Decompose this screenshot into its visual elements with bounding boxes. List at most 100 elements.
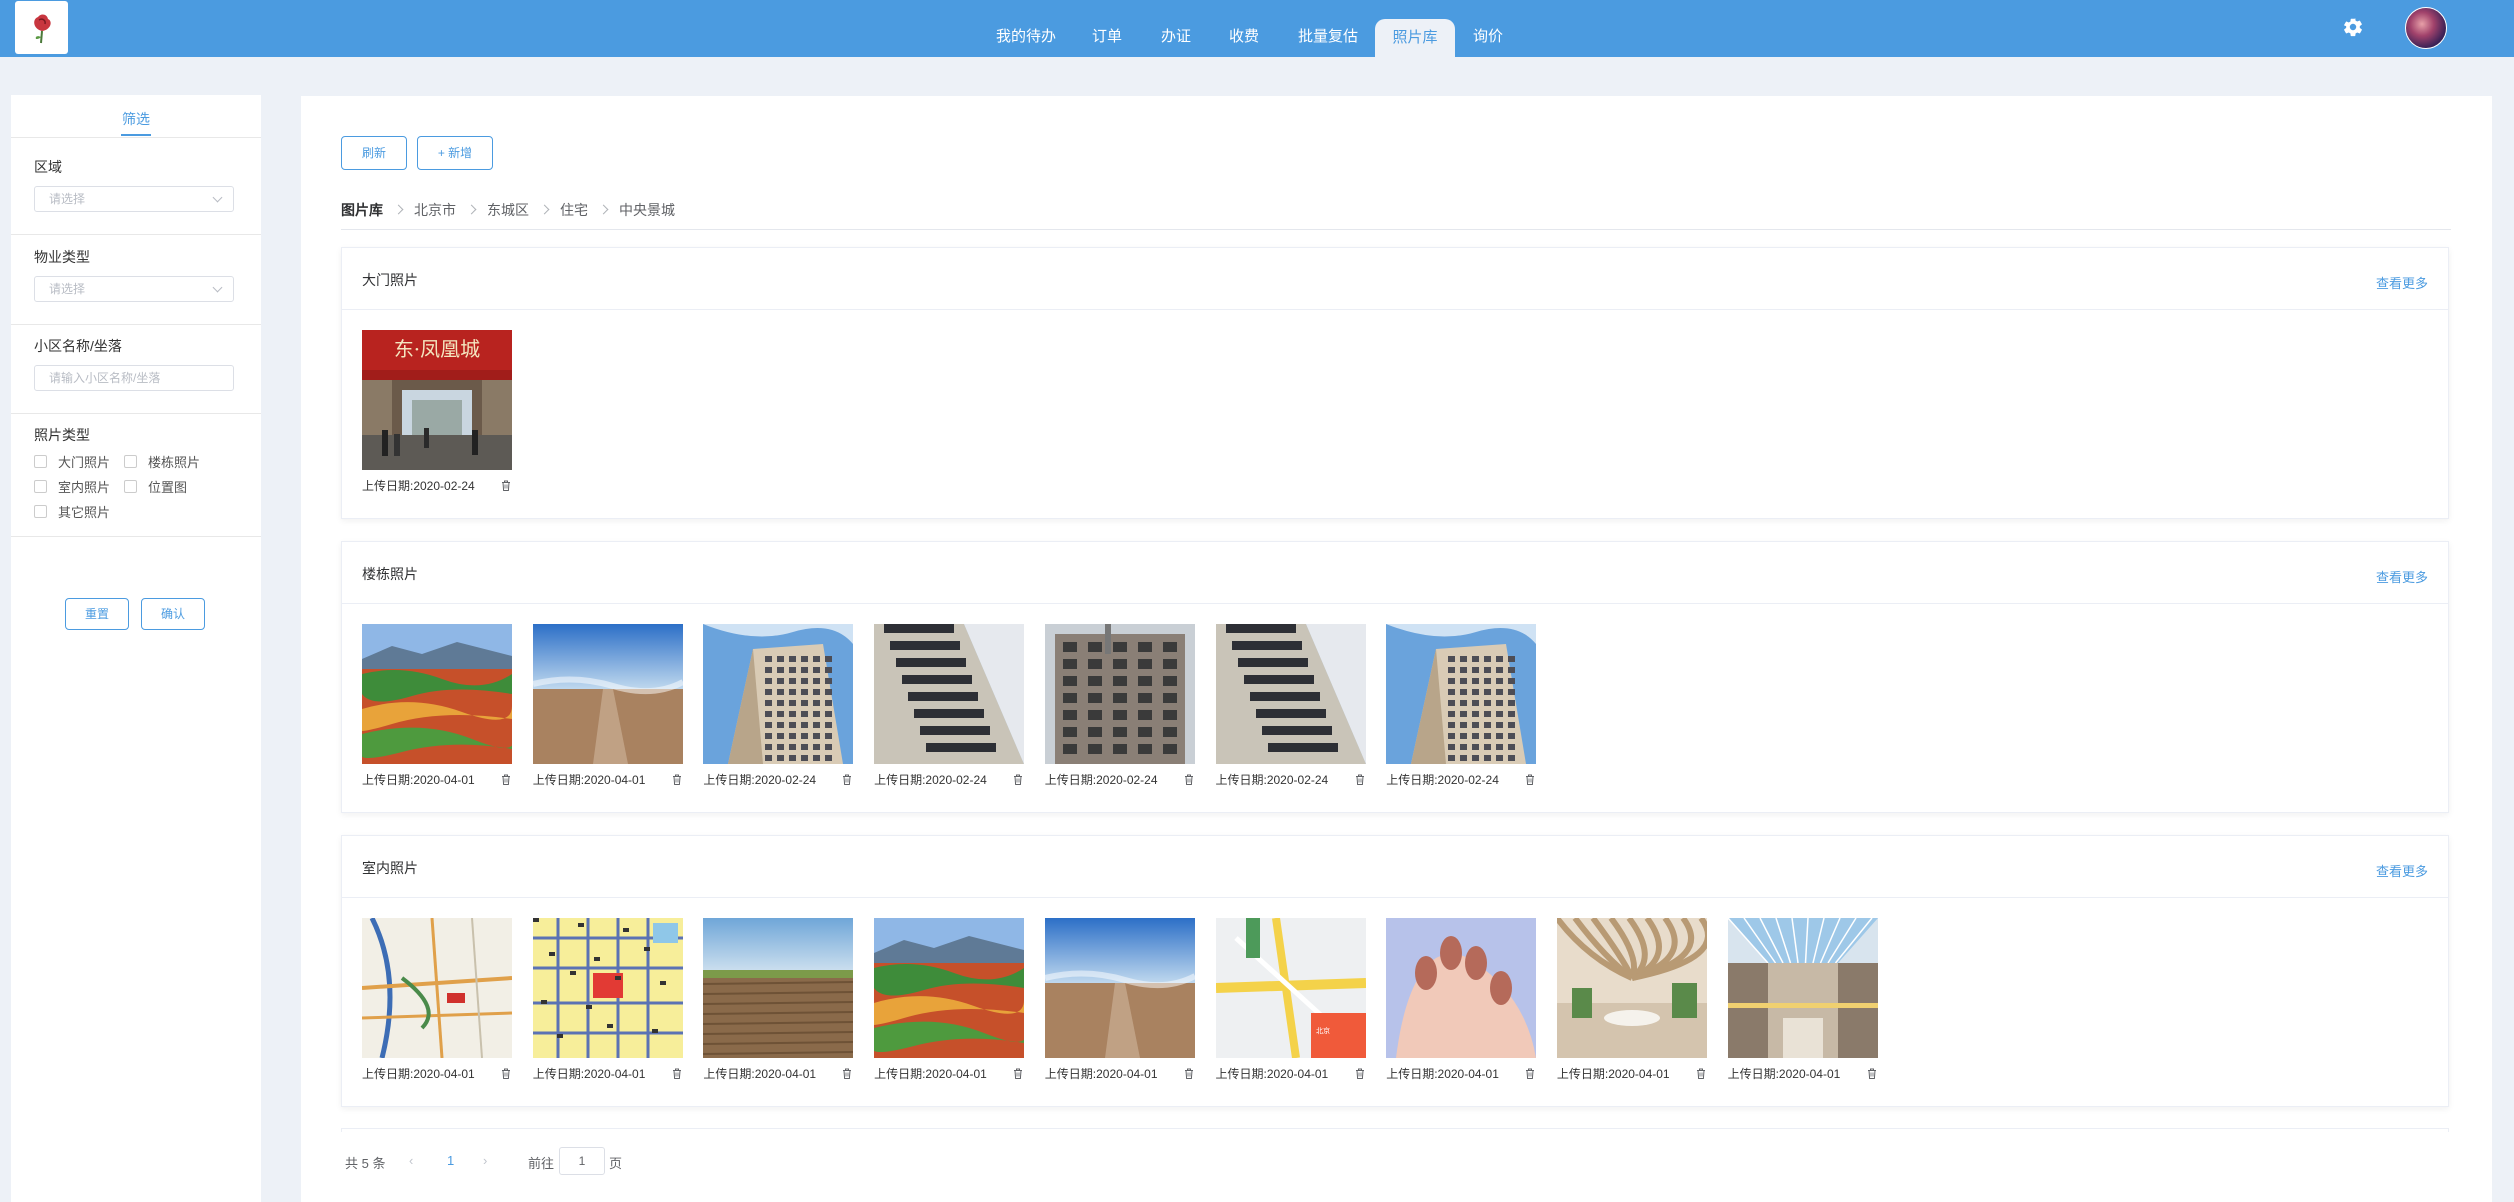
breadcrumb-item[interactable]: 图片库 [341,202,383,218]
checkbox-location-map[interactable]: 位置图 [124,477,187,496]
nav-item[interactable]: 订单 [1092,19,1122,57]
view-more-link[interactable]: 查看更多 [2376,567,2428,586]
nav-item[interactable]: 批量复估 [1298,19,1358,57]
photo-card[interactable]: 上传日期:2020-04-01 [532,918,683,1081]
view-more-link[interactable]: 查看更多 [2376,273,2428,292]
user-avatar[interactable] [2405,7,2447,49]
trash-icon[interactable] [672,772,682,785]
chevron-right-icon [598,204,609,215]
view-more-link[interactable]: 查看更多 [2376,861,2428,880]
photo-thumbnail[interactable] [1556,918,1707,1058]
region-select[interactable]: 请选择 [34,186,234,212]
photo-thumbnail[interactable] [1044,918,1195,1058]
chevron-down-icon [212,192,223,203]
nav-item[interactable]: 办证 [1161,19,1191,57]
photo-thumbnail[interactable] [1386,918,1537,1058]
photo-card[interactable]: 上传日期:2020-04-01 [874,918,1025,1081]
community-input[interactable] [34,365,234,391]
chevron-right-icon[interactable]: › [483,1153,487,1168]
photo-card[interactable]: 上传日期:2020-04-01 [362,918,512,1081]
photo-thumbnail[interactable] [532,624,683,764]
photo-thumbnail[interactable] [1215,624,1366,764]
reset-button[interactable]: 重置 [65,598,129,630]
add-button[interactable]: + 新增 [417,136,493,170]
property-type-select[interactable]: 请选择 [34,276,234,302]
breadcrumb-item[interactable]: 中央景城 [619,202,675,218]
trash-icon[interactable] [672,1066,682,1079]
photo-card[interactable]: 上传日期:2020-04-01 [1556,918,1707,1081]
checkbox-box[interactable] [124,480,137,493]
photo-card[interactable]: 上传日期:2020-02-24 [1215,624,1366,787]
trash-icon[interactable] [842,772,852,785]
photo-card[interactable]: 上传日期:2020-02-24 [1386,624,1537,787]
photo-thumbnail[interactable] [874,624,1025,764]
photo-thumbnail[interactable] [532,918,683,1058]
photo-card[interactable]: 上传日期:2020-04-01 [1727,918,1878,1081]
breadcrumb-item[interactable]: 东城区 [487,202,529,218]
photo-card[interactable]: 上传日期:2020-02-24 [703,624,854,787]
photo-card[interactable]: 上传日期:2020-02-24 [874,624,1025,787]
region-placeholder: 请选择 [49,192,86,206]
divider [11,413,261,414]
checkbox-box[interactable] [34,455,47,468]
nav-item[interactable]: 询价 [1473,19,1503,57]
trash-icon[interactable] [1355,772,1365,785]
checkbox-interior-photo[interactable]: 室内照片 [34,477,110,496]
photo-upload-date: 上传日期:2020-04-01 [1727,1067,1841,1081]
breadcrumb: 图片库 北京市 东城区 住宅 中央景城 [341,200,675,220]
photo-card[interactable]: 上传日期:2020-04-01 [1044,918,1195,1081]
trash-icon[interactable] [1184,772,1194,785]
photo-thumbnail[interactable]: 北京 [1215,918,1366,1058]
checkbox-other-photo[interactable]: 其它照片 [34,502,110,521]
photo-thumbnail[interactable] [1727,918,1878,1058]
breadcrumb-item[interactable]: 北京市 [414,202,456,218]
photo-card[interactable]: 北京 上传日期:2020-04-01 [1215,918,1366,1081]
region-label: 区域 [34,159,62,175]
photo-thumbnail[interactable]: 东·凤凰城 [362,330,512,470]
photo-card[interactable]: 上传日期:2020-04-01 [362,624,512,787]
checkbox-box[interactable] [34,505,47,518]
breadcrumb-item[interactable]: 住宅 [560,202,588,218]
filter-tab[interactable]: 筛选 [11,95,261,138]
rose-logo-icon[interactable] [15,1,68,54]
checkbox-gate-photo[interactable]: 大门照片 [34,452,110,471]
nav-item[interactable]: 照片库 [1375,19,1455,57]
photo-thumbnail[interactable] [1044,624,1195,764]
pagination-page[interactable]: 1 [447,1153,454,1168]
checkbox-box[interactable] [124,455,137,468]
photo-thumbnail[interactable] [1386,624,1537,764]
pagination-goto-input[interactable]: 1 [559,1147,605,1175]
trash-icon[interactable] [1525,1066,1535,1079]
photo-thumbnail[interactable] [703,624,854,764]
nav-item[interactable]: 我的待办 [996,19,1056,57]
trash-icon[interactable] [1867,1066,1877,1079]
trash-icon[interactable] [1696,1066,1706,1079]
gear-icon[interactable] [2342,16,2364,38]
trash-icon[interactable] [1525,772,1535,785]
nav-item[interactable]: 收费 [1229,19,1259,57]
chevron-left-icon[interactable]: ‹ [409,1153,413,1168]
photo-thumbnail[interactable] [703,918,854,1058]
photo-thumbnail[interactable] [362,624,512,764]
photo-card[interactable]: 上传日期:2020-04-01 [703,918,854,1081]
trash-icon[interactable] [501,772,511,785]
photo-card[interactable]: 上传日期:2020-04-01 [532,624,683,787]
photo-thumbnail[interactable] [362,918,512,1058]
photo-card[interactable]: 东·凤凰城 上传日期:2020-02-24 [362,330,512,493]
trash-icon[interactable] [501,1066,511,1079]
photo-thumbnail[interactable] [874,918,1025,1058]
trash-icon[interactable] [1184,1066,1194,1079]
trash-icon[interactable] [1013,1066,1023,1079]
svg-text:北京: 北京 [1316,1026,1330,1035]
photo-card[interactable]: 上传日期:2020-04-01 [1386,918,1537,1081]
photo-card[interactable]: 上传日期:2020-02-24 [1044,624,1195,787]
confirm-button[interactable]: 确认 [141,598,205,630]
trash-icon[interactable] [501,478,511,491]
refresh-button[interactable]: 刷新 [341,136,407,170]
photo-library-panel: 刷新 + 新增 图片库 北京市 东城区 住宅 中央景城 大门照片 查看更多 东·凤凰城 … [301,96,2492,1202]
trash-icon[interactable] [1013,772,1023,785]
checkbox-box[interactable] [34,480,47,493]
checkbox-building-photo[interactable]: 楼栋照片 [124,452,200,471]
trash-icon[interactable] [1355,1066,1365,1079]
trash-icon[interactable] [842,1066,852,1079]
